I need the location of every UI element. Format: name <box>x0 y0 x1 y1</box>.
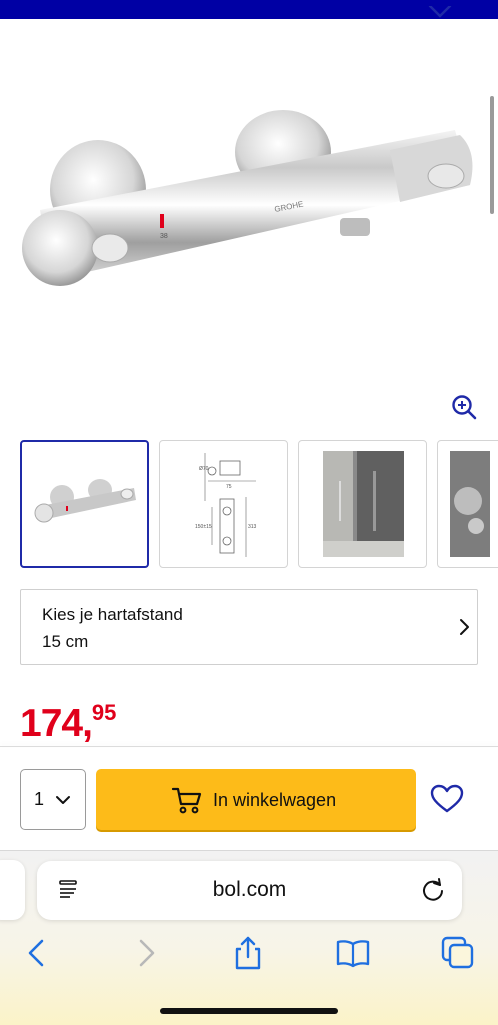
previous-tab-preview[interactable] <box>0 860 25 920</box>
product-hero-image: 38 GROHE <box>22 110 473 286</box>
home-indicator <box>160 1008 338 1014</box>
thumbnail-product-photo[interactable] <box>20 440 149 568</box>
drawing-label-height: 313 <box>248 524 257 530</box>
selector-label: Kies je hartafstand <box>42 605 183 624</box>
add-to-cart-label: In winkelwagen <box>213 790 337 810</box>
url-text: bol.com <box>212 878 287 901</box>
scale-marks: 38 <box>160 233 168 240</box>
chevron-down-icon <box>56 796 70 804</box>
drawing-label-diameter: Ø70 <box>199 466 209 472</box>
cart-icon <box>171 787 202 814</box>
thumbnail-strip: Ø70 75 150±15 313 <box>20 440 498 570</box>
reload-icon[interactable] <box>420 877 446 903</box>
address-bar[interactable]: bol.com <box>37 861 462 920</box>
drawing-label-width: 75 <box>226 484 232 490</box>
thumbnail-detail-photo[interactable] <box>437 440 498 568</box>
drawing-label-distance: 150±15 <box>195 524 212 530</box>
tabs-icon[interactable] <box>440 935 476 971</box>
center-distance-selector[interactable]: Kies je hartafstand 15 cm <box>20 589 478 665</box>
heart-outline-icon[interactable] <box>426 6 454 24</box>
share-icon[interactable] <box>230 935 266 971</box>
bookmarks-icon[interactable] <box>335 935 371 971</box>
top-header-bar <box>0 0 498 19</box>
add-to-cart-button[interactable]: In winkelwagen <box>96 769 416 830</box>
page-scrollbar[interactable] <box>490 96 494 214</box>
back-icon[interactable] <box>20 935 56 971</box>
chevron-right-icon <box>460 619 469 635</box>
thumbnail-shower-room-photo[interactable] <box>298 440 427 568</box>
product-price: 174,95 <box>20 700 117 746</box>
forward-icon[interactable] <box>127 935 163 971</box>
price-separator: , <box>82 702 93 745</box>
zoom-in-icon[interactable] <box>449 392 479 422</box>
price-decimals: 95 <box>91 700 117 725</box>
thumbnail-technical-drawing[interactable]: Ø70 75 150±15 313 <box>159 440 288 568</box>
quantity-select[interactable]: 1 <box>20 769 86 830</box>
thumbnail-image <box>34 479 136 523</box>
quantity-value: 1 <box>34 789 45 809</box>
buy-bar-divider <box>0 746 498 747</box>
detail-image <box>450 451 490 557</box>
price-integer: 174 <box>20 702 83 745</box>
heart-outline-icon[interactable] <box>430 784 464 814</box>
technical-drawing-image: Ø70 75 150±15 313 <box>195 453 257 557</box>
shower-room-image <box>323 451 404 557</box>
selector-value: 15 cm <box>42 632 89 651</box>
